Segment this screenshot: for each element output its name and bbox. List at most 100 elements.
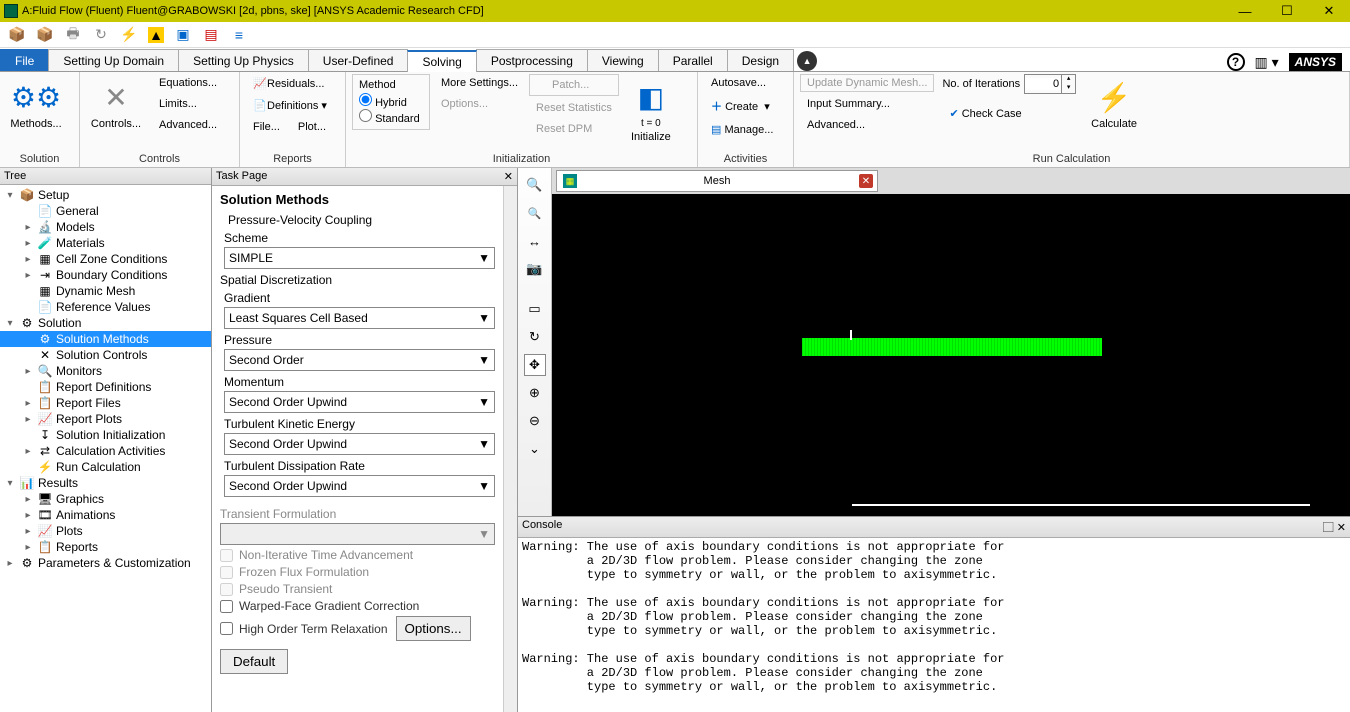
tree-item[interactable]: ▸🖥Graphics bbox=[0, 491, 211, 507]
close-button[interactable]: ✕ bbox=[1308, 0, 1350, 22]
advanced-button[interactable]: Advanced... bbox=[152, 116, 224, 134]
tree-item[interactable]: ▸🎞Animations bbox=[0, 507, 211, 523]
tree-twisty-icon[interactable]: ▸ bbox=[22, 238, 34, 249]
outline-tree[interactable]: ▾📦Setup📄General▸🔬Models▸🧪Materials▸▦Cell… bbox=[0, 185, 211, 712]
zoom-box-icon[interactable]: ⊕ bbox=[524, 382, 546, 404]
graphics-canvas[interactable] bbox=[552, 194, 1350, 516]
tdr-select[interactable]: Second Order Upwind▼ bbox=[224, 475, 495, 497]
create-button[interactable]: ＋ Create ▾ bbox=[704, 95, 780, 117]
open-icon[interactable]: 📦 bbox=[8, 26, 26, 44]
tree-twisty-icon[interactable]: ▸ bbox=[22, 526, 34, 537]
console-close-icon[interactable]: ✕ bbox=[1337, 522, 1346, 534]
tab-parallel[interactable]: Parallel bbox=[658, 49, 728, 71]
print-icon[interactable]: 🖶 bbox=[64, 26, 82, 44]
tree-item[interactable]: ▾⚙Solution bbox=[0, 315, 211, 331]
layout-icon[interactable]: ▥ ▾ bbox=[1255, 54, 1279, 71]
highorder-checkbox[interactable]: High Order Term Relaxation bbox=[220, 622, 388, 636]
tke-select[interactable]: Second Order Upwind▼ bbox=[224, 433, 495, 455]
tree-twisty-icon[interactable]: ▸ bbox=[22, 398, 34, 409]
tree-item[interactable]: ▸📈Report Plots bbox=[0, 411, 211, 427]
tree-item[interactable]: ⚙Solution Methods bbox=[0, 331, 211, 347]
hybrid-radio[interactable]: Hybrid bbox=[359, 93, 423, 109]
iterations-spinner[interactable]: ▴▾ bbox=[1024, 74, 1076, 94]
save-icon[interactable]: 📦 bbox=[36, 26, 54, 44]
console-output[interactable]: Warning: The use of axis boundary condit… bbox=[518, 538, 1350, 712]
bolt-icon[interactable]: ⚡ bbox=[120, 26, 138, 44]
tree-item[interactable]: ▸⚙Parameters & Customization bbox=[0, 555, 211, 571]
tree-item[interactable]: ↧Solution Initialization bbox=[0, 427, 211, 443]
limits-button[interactable]: Limits... bbox=[152, 95, 224, 113]
zoom-out-icon[interactable]: 🔍 bbox=[524, 202, 546, 224]
camera-icon[interactable]: 📷 bbox=[524, 258, 546, 280]
equations-button[interactable]: Equations... bbox=[152, 74, 224, 92]
tree-twisty-icon[interactable]: ▾ bbox=[4, 478, 16, 489]
tab-userdefined[interactable]: User-Defined bbox=[308, 49, 409, 71]
select-icon[interactable]: ▭ bbox=[524, 298, 546, 320]
tree-item[interactable]: ▸🔍Monitors bbox=[0, 363, 211, 379]
tree-item[interactable]: ▸▦Cell Zone Conditions bbox=[0, 251, 211, 267]
controls-button[interactable]: ✕ Controls... bbox=[86, 74, 146, 130]
graphics-tab-mesh[interactable]: ▦ Mesh ✕ bbox=[556, 170, 878, 192]
tree-twisty-icon[interactable]: ▾ bbox=[4, 190, 16, 201]
rotate-icon[interactable]: ↻ bbox=[524, 326, 546, 348]
tool3-icon[interactable]: ≡ bbox=[230, 26, 248, 44]
tree-item[interactable]: 📋Report Definitions bbox=[0, 379, 211, 395]
mesh-tab-close-icon[interactable]: ✕ bbox=[859, 174, 873, 188]
iterations-input[interactable] bbox=[1025, 78, 1061, 90]
tab-domain[interactable]: Setting Up Domain bbox=[48, 49, 179, 71]
tree-twisty-icon[interactable]: ▸ bbox=[22, 222, 34, 233]
default-button[interactable]: Default bbox=[220, 649, 288, 674]
tree-item[interactable]: ▸⇥Boundary Conditions bbox=[0, 267, 211, 283]
tree-item[interactable]: ⚡Run Calculation bbox=[0, 459, 211, 475]
methods-button[interactable]: ⚙⚙ Methods... bbox=[6, 74, 66, 130]
tree-twisty-icon[interactable]: ▸ bbox=[22, 270, 34, 281]
tree-item[interactable]: ▸🔬Models bbox=[0, 219, 211, 235]
runcalc-advanced-button[interactable]: Advanced... bbox=[800, 116, 934, 134]
check-case-button[interactable]: ✔ Check Case bbox=[942, 104, 1076, 123]
input-summary-button[interactable]: Input Summary... bbox=[800, 95, 934, 113]
warning-icon[interactable]: ▲ bbox=[148, 27, 164, 43]
fit-icon[interactable]: ↔ bbox=[524, 230, 546, 252]
autosave-button[interactable]: Autosave... bbox=[704, 74, 780, 92]
tab-viewing[interactable]: Viewing bbox=[587, 49, 659, 71]
tree-twisty-icon[interactable]: ▸ bbox=[22, 446, 34, 457]
zoom-in-icon[interactable]: 🔍 bbox=[524, 174, 546, 196]
manage-button[interactable]: ▤ Manage... bbox=[704, 120, 780, 139]
tab-solving[interactable]: Solving bbox=[407, 50, 476, 72]
tree-twisty-icon[interactable]: ▾ bbox=[4, 318, 16, 329]
plot-button[interactable]: Plot... bbox=[291, 118, 333, 136]
ho-options-button[interactable]: Options... bbox=[396, 616, 471, 641]
help-icon[interactable]: ? bbox=[1227, 53, 1245, 71]
residuals-button[interactable]: 📈Residuals... bbox=[246, 74, 334, 93]
pan-icon[interactable]: ✥ bbox=[524, 354, 546, 376]
more-settings-button[interactable]: More Settings... bbox=[434, 74, 525, 92]
momentum-select[interactable]: Second Order Upwind▼ bbox=[224, 391, 495, 413]
tree-item[interactable]: ▸📋Reports bbox=[0, 539, 211, 555]
definitions-button[interactable]: 📄Definitions ▾ bbox=[246, 96, 334, 115]
initialize-button[interactable]: ◧ t = 0 Initialize bbox=[623, 74, 679, 143]
tree-item[interactable]: ▾📊Results bbox=[0, 475, 211, 491]
tree-item[interactable]: 📄General bbox=[0, 203, 211, 219]
tree-twisty-icon[interactable]: ▸ bbox=[4, 558, 16, 569]
tree-twisty-icon[interactable]: ▸ bbox=[22, 254, 34, 265]
standard-radio[interactable]: Standard bbox=[359, 109, 423, 125]
minimize-button[interactable]: — bbox=[1224, 0, 1266, 22]
tab-physics[interactable]: Setting Up Physics bbox=[178, 49, 309, 71]
gradient-select[interactable]: Least Squares Cell Based▼ bbox=[224, 307, 495, 329]
tree-twisty-icon[interactable]: ▸ bbox=[22, 510, 34, 521]
tree-item[interactable]: ▦Dynamic Mesh bbox=[0, 283, 211, 299]
tree-item[interactable]: ▾📦Setup bbox=[0, 187, 211, 203]
task-scrollbar[interactable] bbox=[503, 186, 517, 712]
collapse-ribbon-icon[interactable]: ▲ bbox=[797, 51, 817, 71]
tool2-icon[interactable]: ▤ bbox=[202, 26, 220, 44]
more-tools-icon[interactable]: ⌄ bbox=[524, 438, 546, 460]
warped-checkbox[interactable]: Warped-Face Gradient Correction bbox=[220, 599, 495, 613]
tree-item[interactable]: 📄Reference Values bbox=[0, 299, 211, 315]
tree-twisty-icon[interactable]: ▸ bbox=[22, 366, 34, 377]
pressure-select[interactable]: Second Order▼ bbox=[224, 349, 495, 371]
tree-twisty-icon[interactable]: ▸ bbox=[22, 414, 34, 425]
calculate-button[interactable]: ⚡ Calculate bbox=[1084, 74, 1144, 130]
tree-item[interactable]: ✕Solution Controls bbox=[0, 347, 211, 363]
scheme-select[interactable]: SIMPLE▼ bbox=[224, 247, 495, 269]
tree-twisty-icon[interactable]: ▸ bbox=[22, 542, 34, 553]
